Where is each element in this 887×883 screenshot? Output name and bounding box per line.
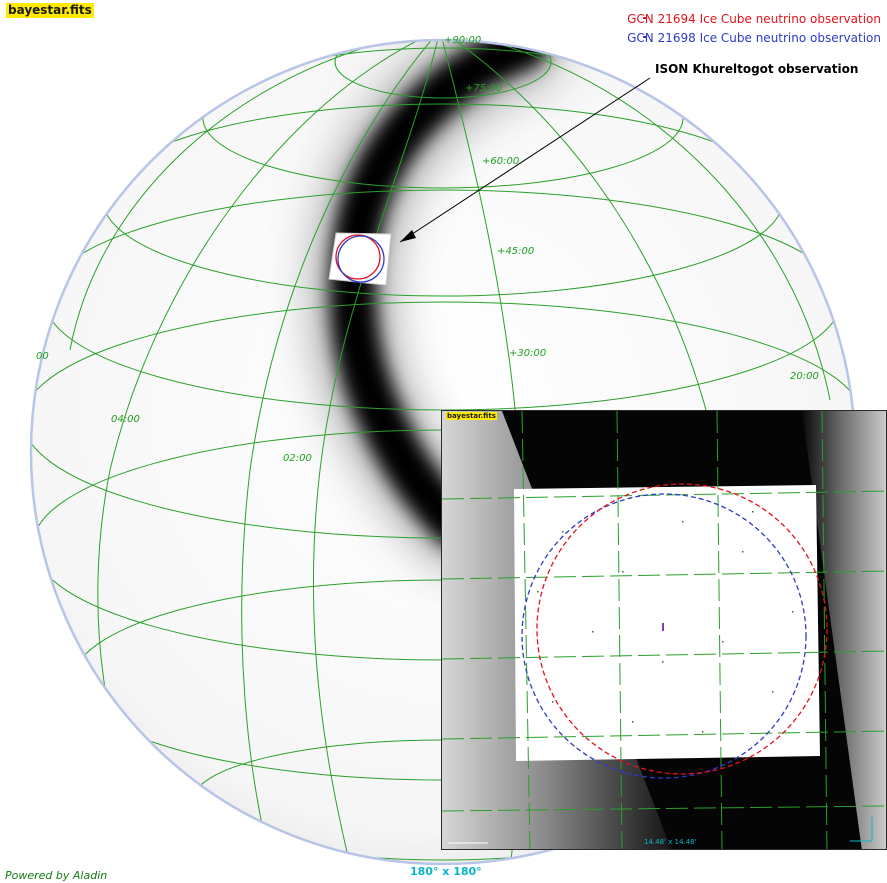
fov-label: 180° x 180° <box>410 865 482 878</box>
ra-label-04: 04:00 <box>111 414 140 425</box>
inset-fov-label: 14.48' x 14.48' <box>644 838 697 846</box>
legend-blue-label: GCN 21698 Ice Cube neutrino observation <box>627 31 881 45</box>
survey-title: bayestar.fits <box>6 3 94 18</box>
ison-observation-patch[interactable] <box>328 232 392 286</box>
inset-survey-title: bayestar.fits <box>446 412 497 420</box>
powered-by-label[interactable]: Powered by Aladin <box>5 869 107 882</box>
inset-canvas <box>442 411 886 849</box>
dec-label-45: +45:00 <box>497 246 535 257</box>
legend-red-label: GCN 21694 Ice Cube neutrino observation <box>627 12 881 26</box>
inset-observation-image <box>514 485 820 761</box>
ra-label-20: 20:00 <box>790 371 819 382</box>
zoom-inset-view[interactable]: bayestar.fits 14.48' x 14.48' <box>441 410 887 850</box>
ra-label-02: 02:00 <box>283 453 312 464</box>
ison-annotation-label: ISON Khureltogot observation <box>655 62 859 76</box>
aladin-sky-view[interactable]: +90:00 +75:00 +60:00 +45:00 +30:00 04:00… <box>0 0 887 883</box>
dec-label-75: +75:00 <box>465 83 503 94</box>
dec-label-90: +90:00 <box>444 35 482 46</box>
dec-label-30: +30:00 <box>509 348 547 359</box>
ra-label-partial: 00 <box>36 351 49 362</box>
dec-label-60: +60:00 <box>482 156 520 167</box>
